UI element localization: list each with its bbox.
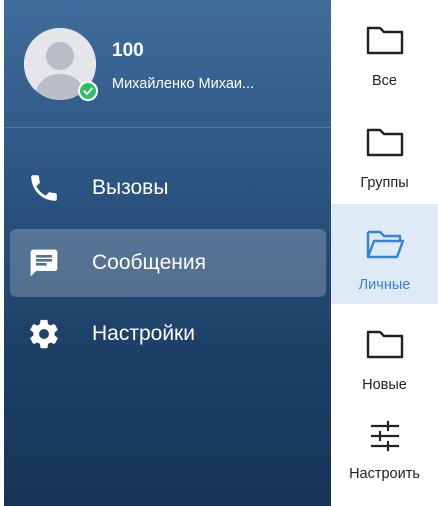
- check-icon: [83, 87, 93, 95]
- phone-icon: [22, 166, 66, 210]
- folder-icon: [365, 124, 405, 160]
- online-status-badge: [78, 81, 98, 101]
- sliders-icon: [368, 418, 402, 454]
- menu-item-messages[interactable]: Сообщения: [10, 229, 326, 297]
- gear-icon: [22, 312, 66, 356]
- folder-open-icon: [365, 226, 405, 262]
- message-icon: [22, 241, 66, 285]
- folder-label: Группы: [360, 175, 409, 191]
- folder-groups[interactable]: Группы: [331, 102, 438, 204]
- profile-number: 100: [112, 40, 144, 61]
- folder-new[interactable]: Новые: [331, 304, 438, 404]
- navigation-drawer: 100 Михайленко Михаи... Вызовы Сообщения: [4, 0, 331, 506]
- folder-rail: Все Группы Личные Новые Настроить: [331, 0, 438, 506]
- folder-icon: [365, 22, 405, 58]
- profile-name: Михайленко Михаи...: [112, 76, 255, 92]
- app-window: 100 Михайленко Михаи... Вызовы Сообщения: [0, 0, 438, 506]
- menu-item-settings[interactable]: Настройки: [10, 300, 326, 368]
- profile-header[interactable]: 100 Михайленко Михаи...: [4, 0, 331, 127]
- folder-label: Настроить: [349, 466, 420, 482]
- folder-label: Личные: [358, 277, 411, 293]
- menu-item-calls[interactable]: Вызовы: [10, 154, 326, 222]
- folder-customize[interactable]: Настроить: [331, 404, 438, 506]
- folder-all[interactable]: Все: [331, 0, 438, 102]
- folder-icon: [365, 326, 405, 362]
- menu-item-label: Вызовы: [92, 176, 169, 199]
- folder-label: Новые: [362, 377, 407, 393]
- folder-label: Все: [372, 73, 397, 89]
- menu-item-label: Сообщения: [92, 251, 206, 274]
- menu-item-label: Настройки: [92, 322, 195, 345]
- drawer-divider: [4, 127, 331, 128]
- folder-personal[interactable]: Личные: [331, 204, 438, 304]
